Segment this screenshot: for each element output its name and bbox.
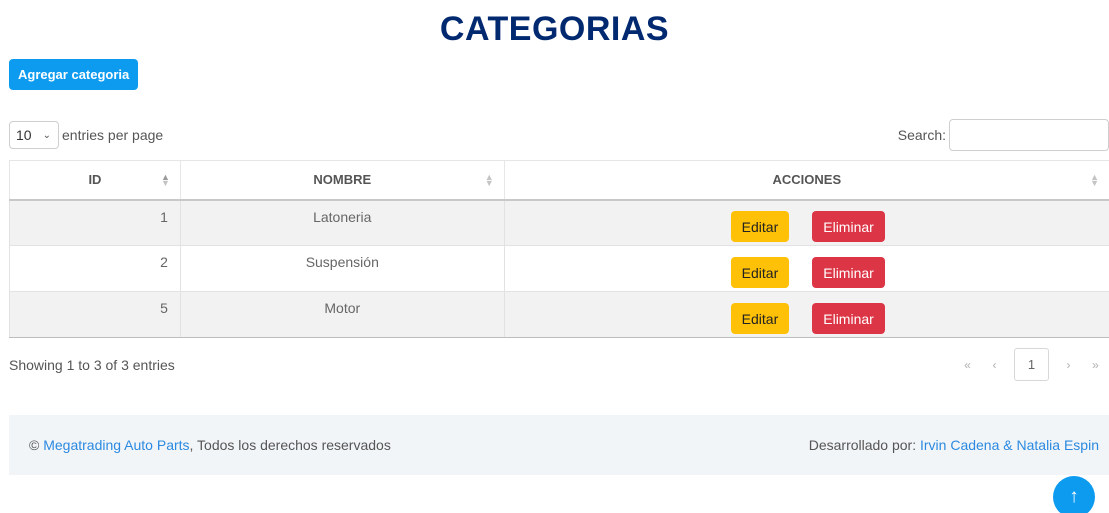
last-page-button[interactable]: »: [1082, 348, 1109, 381]
table-info: Showing 1 to 3 of 3 entries: [9, 357, 175, 373]
copyright-symbol: ©: [29, 437, 40, 453]
cell-actions: Editar Eliminar: [504, 291, 1109, 338]
cell-name: Motor: [180, 291, 505, 338]
previous-page-button[interactable]: ‹: [981, 348, 1008, 381]
delete-button[interactable]: Eliminar: [812, 257, 885, 288]
search-input[interactable]: [949, 119, 1109, 151]
cell-id: 2: [9, 245, 181, 292]
next-page-button[interactable]: ›: [1055, 348, 1082, 381]
page-title: CATEGORIAS: [439, 10, 670, 48]
entries-per-page-select[interactable]: 10 ⌄: [9, 121, 59, 149]
edit-button[interactable]: Editar: [730, 303, 790, 334]
copyright: © Megatrading Auto Parts, Todos los dere…: [29, 437, 391, 453]
rights-text: , Todos los derechos reservados: [189, 437, 391, 453]
footer: © Megatrading Auto Parts, Todos los dere…: [9, 415, 1109, 475]
first-page-button[interactable]: «: [954, 348, 981, 381]
cell-id: 5: [9, 291, 181, 338]
back-to-top-button[interactable]: ↑: [1053, 476, 1095, 513]
sort-icon: ▲ ▼: [160, 172, 170, 188]
edit-button[interactable]: Editar: [730, 257, 790, 288]
arrow-up-icon: ↑: [1069, 486, 1079, 507]
sort-icon: ▲ ▼: [1090, 172, 1099, 188]
cell-name: Suspensión: [180, 245, 505, 292]
sort-icon: ▲ ▼: [484, 172, 494, 188]
chevron-down-icon: ⌄: [42, 129, 51, 141]
search-label: Search:: [897, 127, 946, 143]
cell-name: Latoneria: [180, 199, 505, 246]
cell-actions: Editar Eliminar: [504, 199, 1109, 246]
credits: Desarrollado por: Irvin Cadena & Natalia…: [809, 437, 1099, 453]
table-row: 5 Motor Editar Eliminar: [9, 291, 1109, 338]
table-row: 1 Latoneria Editar Eliminar: [9, 199, 1109, 246]
cell-actions: Editar Eliminar: [504, 245, 1109, 292]
column-header-acciones-label: ACCIONES: [772, 172, 842, 188]
column-header-nombre[interactable]: NOMBRE ▲ ▼: [180, 160, 505, 201]
table-row: 2 Suspensión Editar Eliminar: [9, 245, 1109, 292]
pagination: « ‹ 1 › »: [954, 348, 1109, 381]
edit-button[interactable]: Editar: [730, 211, 790, 243]
cell-id: 1: [9, 199, 181, 246]
column-header-id[interactable]: ID ▲ ▼: [9, 160, 181, 201]
entries-per-page-label: entries per page: [62, 127, 164, 143]
developed-by-label: Desarrollado por:: [808, 437, 920, 453]
column-header-nombre-label: NOMBRE: [313, 172, 372, 188]
delete-button[interactable]: Eliminar: [812, 303, 885, 334]
entries-length-control: 10 ⌄ entries per page: [9, 121, 163, 149]
categories-table: ID ▲ ▼ NOMBRE ▲ ▼ ACCIONES ▲ ▼ 1 Latoneria …: [9, 160, 1109, 338]
table-header-row: ID ▲ ▼ NOMBRE ▲ ▼ ACCIONES ▲ ▼: [9, 160, 1109, 201]
delete-button[interactable]: Eliminar: [812, 211, 885, 243]
entries-per-page-value: 10: [16, 127, 32, 143]
page-1-button[interactable]: 1: [1014, 348, 1049, 381]
column-header-id-label: ID: [88, 172, 102, 188]
add-category-button[interactable]: Agregar categoria: [9, 59, 139, 90]
search-control: Search:: [898, 119, 1109, 151]
column-header-acciones[interactable]: ACCIONES ▲ ▼: [504, 160, 1109, 201]
company-link[interactable]: Megatrading Auto Parts: [43, 437, 189, 453]
developers-link[interactable]: Irvin Cadena & Natalia Espin: [920, 437, 1099, 453]
